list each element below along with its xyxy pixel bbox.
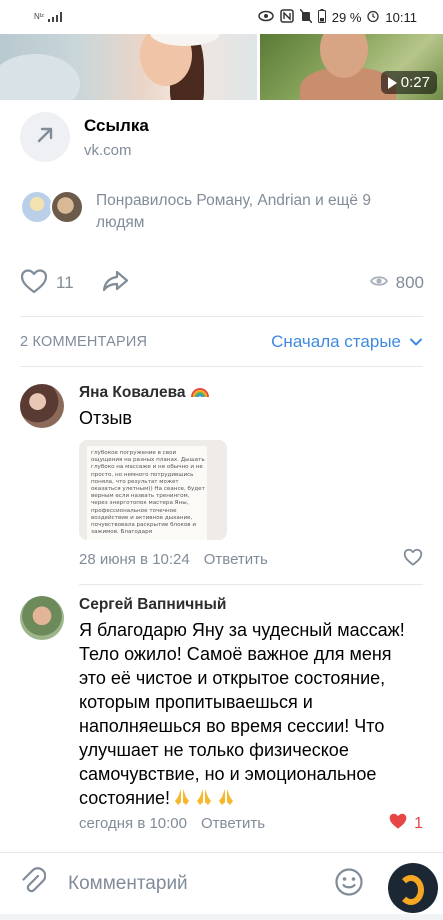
share-button[interactable] — [102, 269, 130, 298]
comment-image-attachment[interactable]: глубокое погружение в свои ощущения на р… — [79, 440, 227, 540]
link-card[interactable]: Ссылка vk.com — [20, 112, 149, 162]
battery-percent: 29 % — [331, 9, 362, 25]
likes-summary[interactable]: Понравилось Роману, Andrian и ещё 9 людя… — [20, 190, 420, 234]
comment-like-button[interactable] — [403, 548, 423, 571]
battery-icon — [317, 8, 326, 26]
comment-body: Яна Ковалева Отзыв глубокое погружение в… — [79, 384, 423, 571]
heart-outline-icon — [403, 548, 423, 571]
smile-icon[interactable] — [334, 867, 364, 902]
avatar — [50, 190, 84, 224]
link-icon-circle — [20, 112, 70, 162]
like-count: 11 — [56, 273, 74, 292]
share-icon — [102, 269, 130, 298]
heart-outline-icon — [20, 268, 48, 299]
divider — [79, 584, 423, 585]
views-count: 800 — [395, 273, 424, 292]
avatar[interactable] — [20, 384, 64, 428]
post-media: 0:27 — [0, 34, 443, 100]
bottom-edge — [0, 914, 443, 920]
avatar[interactable] — [20, 596, 64, 640]
comment-text-body: Я благодарю Яну за чудесный массаж! Тело… — [79, 620, 405, 808]
logo-ring-icon — [398, 875, 424, 905]
comment-meta: сегодня в 10:00 Ответить 1 — [79, 812, 423, 835]
comments-count: 2 КОММЕНТАРИЯ — [20, 334, 148, 350]
video-duration-badge: 0:27 — [380, 71, 437, 94]
sort-label: Сначала старые — [271, 332, 401, 351]
divider — [20, 366, 423, 367]
like-button[interactable]: 11 — [20, 268, 74, 299]
eye-icon — [369, 273, 388, 293]
comment-author[interactable]: Яна Ковалева — [79, 384, 423, 402]
comment-input[interactable]: Комментарий — [68, 873, 188, 895]
status-bar: Nᴵᶻ 29 % 10:11 — [0, 0, 443, 34]
likes-summary-text: Понравилось Роману, Andrian и ещё 9 людя… — [96, 192, 371, 231]
carrier-label: Nᴵᶻ — [34, 12, 44, 21]
mute-icon — [299, 8, 313, 26]
clock: 10:11 — [385, 9, 417, 25]
praying-hands-icon — [170, 788, 236, 808]
eye-icon — [258, 10, 274, 25]
app-overlay-button[interactable] — [388, 863, 438, 913]
arrow-up-right-icon — [34, 124, 56, 151]
comment-like-count: 1 — [414, 814, 423, 832]
comment-item: Сергей Вапничный Я благодарю Яну за чуде… — [20, 596, 423, 846]
link-title: Ссылка — [84, 115, 149, 135]
comment-date: сегодня в 10:00 — [79, 815, 187, 832]
views-counter: 800 — [369, 273, 424, 293]
divider — [20, 316, 423, 317]
comment-input-bar: Комментарий — [0, 852, 443, 914]
comment-text: Отзыв — [79, 408, 132, 428]
link-domain: vk.com — [84, 141, 132, 159]
attach-icon[interactable] — [20, 867, 47, 900]
comment-item: Яна Ковалева Отзыв глубокое погружение в… — [20, 384, 423, 574]
comment-author[interactable]: Сергей Вапничный — [79, 596, 423, 614]
reply-button[interactable]: Ответить — [204, 551, 268, 568]
comment-text: Я благодарю Яну за чудесный массаж! Тело… — [79, 618, 423, 810]
comments-header: 2 КОММЕНТАРИЯ Сначала старые — [20, 332, 423, 352]
comment-date: 28 июня в 10:24 — [79, 551, 190, 568]
comment-author-name: Сергей Вапничный — [79, 596, 227, 613]
link-info: Ссылка vk.com — [84, 116, 149, 159]
heart-filled-icon — [388, 812, 408, 835]
rainbow-icon — [190, 384, 210, 402]
liker-avatars — [20, 190, 86, 226]
status-right: 29 % 10:11 — [258, 8, 417, 26]
photo-lamp-shape — [0, 54, 80, 100]
comment-author-name: Яна Ковалева — [79, 384, 186, 401]
nfc-icon — [280, 8, 294, 26]
comment-like-button[interactable]: 1 — [388, 812, 423, 835]
video-attachment[interactable]: 0:27 — [260, 34, 443, 100]
reply-button[interactable]: Ответить — [201, 815, 265, 832]
comment-body: Сергей Вапничный Я благодарю Яну за чуде… — [79, 596, 423, 835]
avatar — [20, 190, 54, 224]
comment-meta: 28 июня в 10:24 Ответить — [79, 548, 423, 571]
comments-sort-button[interactable]: Сначала старые — [271, 332, 423, 352]
alarm-icon — [367, 10, 380, 25]
attachment-text: глубокое погружение в свои ощущения на р… — [91, 450, 205, 536]
chevron-down-icon — [409, 332, 423, 352]
video-duration: 0:27 — [400, 74, 430, 91]
play-icon — [387, 76, 397, 89]
signal-icon — [47, 10, 62, 25]
post-actions: 11 800 — [20, 268, 424, 298]
photo-attachment[interactable] — [0, 34, 257, 100]
